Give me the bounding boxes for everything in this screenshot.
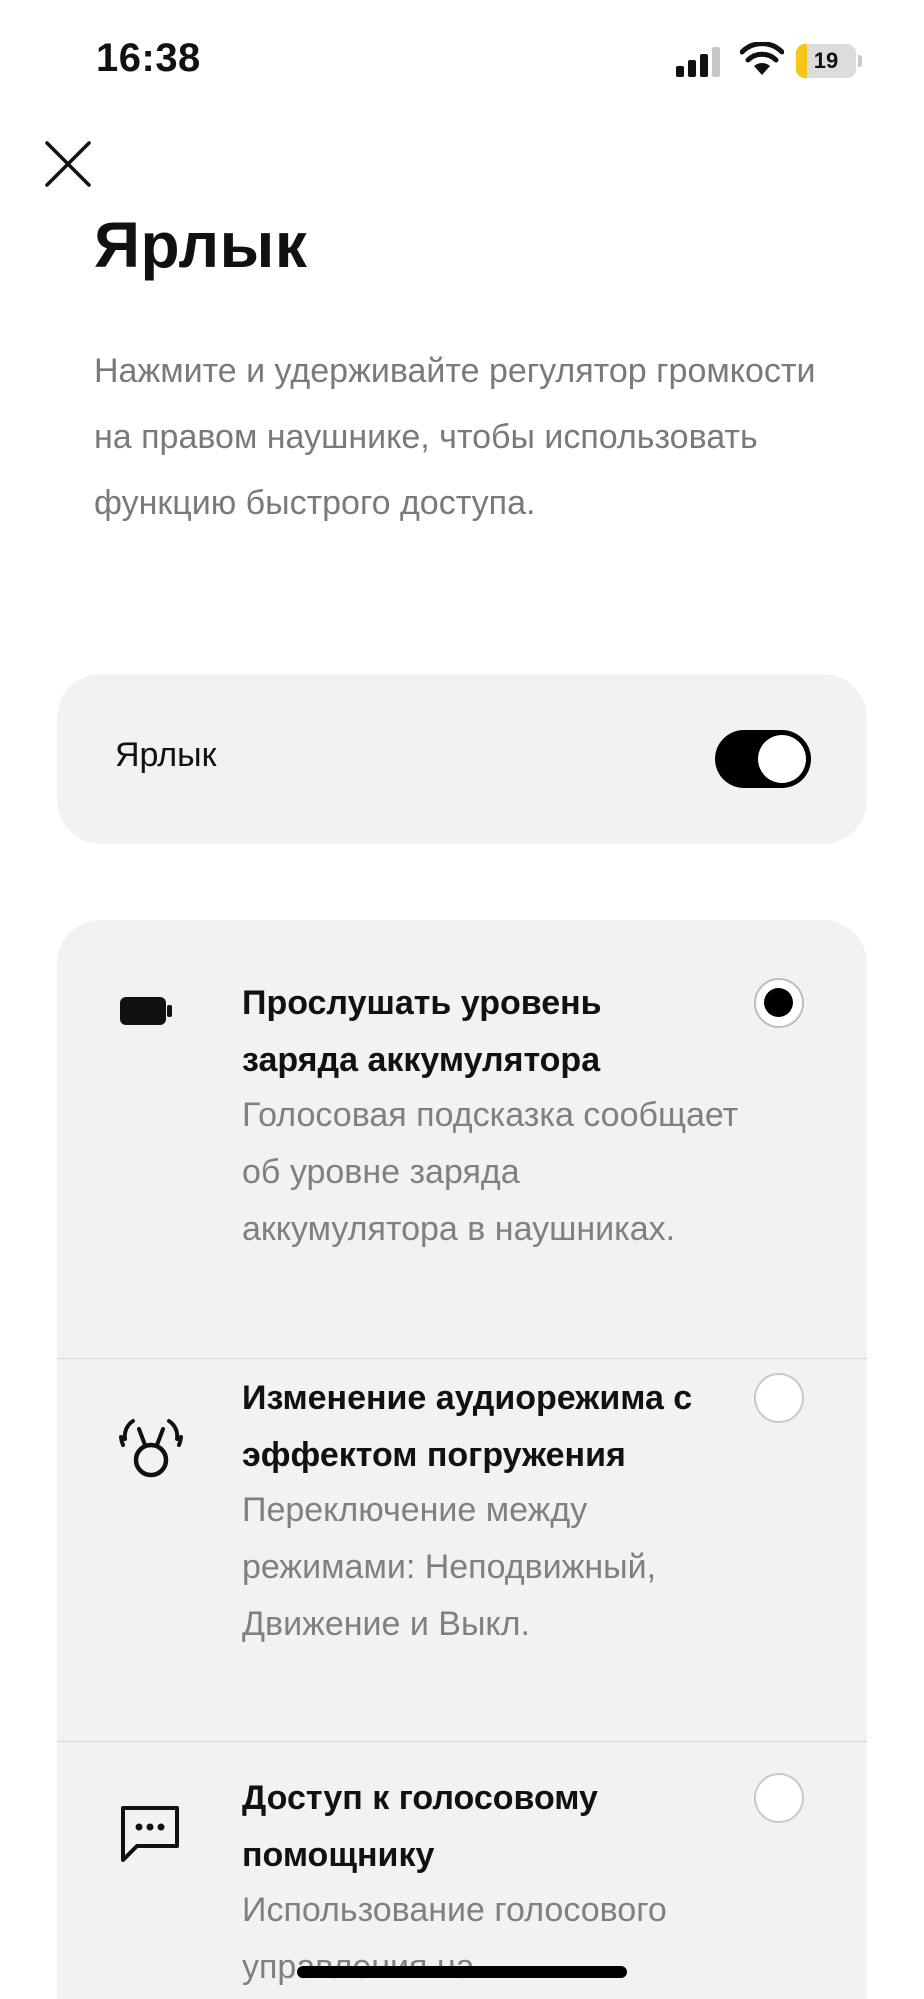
option-battery-level[interactable]: Прослушать уровень заряда аккумулятора Г… xyxy=(57,920,867,1358)
option-description: Использование голосового управления на xyxy=(242,1891,667,1986)
radio-selected-dot xyxy=(764,988,793,1017)
shortcut-options-list: Прослушать уровень заряда аккумулятора Г… xyxy=(57,920,867,1999)
option-title: Прослушать уровень заряда аккумулятора xyxy=(242,984,602,1079)
option-radio-button[interactable] xyxy=(754,1773,804,1823)
status-time: 16:38 xyxy=(96,36,201,80)
option-title: Изменение аудиорежима с эффектом погруже… xyxy=(242,1379,693,1474)
page-title: Ярлык xyxy=(94,209,308,281)
close-button[interactable] xyxy=(40,136,96,192)
shortcut-toggle-label: Ярлык xyxy=(115,736,217,774)
cellular-signal-icon xyxy=(676,47,720,77)
battery-level-text: 19 xyxy=(813,48,839,73)
shortcut-settings-screen: 16:38 19 Ярлык Нажмите и удерживайте рег… xyxy=(0,0,924,1999)
battery-icon xyxy=(120,997,172,1025)
status-bar: 16:38 19 xyxy=(0,0,924,120)
battery-body: 19 xyxy=(796,44,856,78)
option-description: Переключение между режимами: Неподвижный… xyxy=(242,1491,657,1643)
option-radio-button[interactable] xyxy=(754,1373,804,1423)
shortcut-toggle-switch[interactable] xyxy=(715,730,811,788)
option-immersive-audio[interactable]: Изменение аудиорежима с эффектом погруже… xyxy=(57,1359,867,1741)
home-indicator[interactable] xyxy=(297,1966,627,1978)
option-description: Голосовая подсказка сообщает об уровне з… xyxy=(242,1096,739,1248)
immersive-audio-icon xyxy=(119,1419,183,1478)
option-title: Доступ к голосовому помощнику xyxy=(242,1779,598,1874)
battery-tip xyxy=(858,55,862,67)
shortcut-toggle-card: Ярлык xyxy=(57,674,867,844)
wifi-icon xyxy=(740,42,784,75)
toggle-knob xyxy=(758,735,806,783)
close-icon xyxy=(45,141,91,187)
voice-assistant-chat-icon xyxy=(121,1806,179,1862)
page-description: Нажмите и удерживайте регулятор громкост… xyxy=(94,352,816,522)
battery-indicator: 19 xyxy=(796,44,862,78)
option-voice-assistant[interactable]: Доступ к голосовому помощнику Использова… xyxy=(57,1742,867,1999)
option-radio-button[interactable] xyxy=(754,978,804,1028)
